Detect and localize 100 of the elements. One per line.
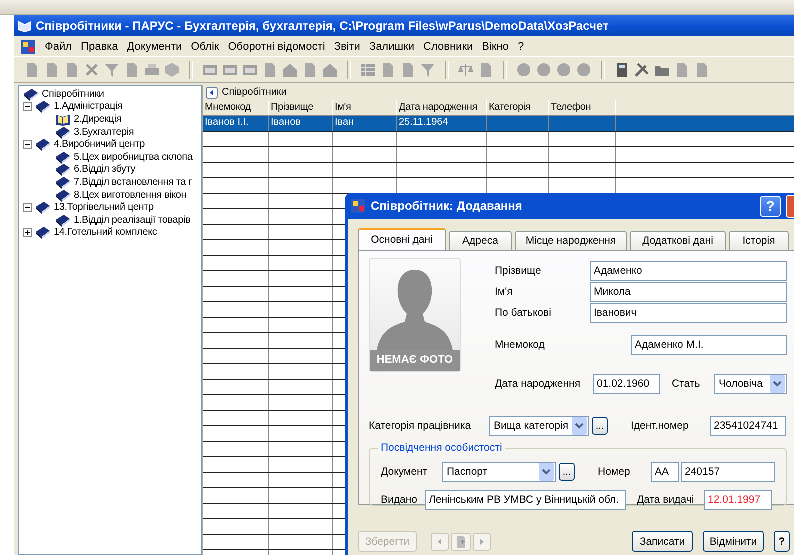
tree-item[interactable]: 14.Готельний комплекс (54, 227, 158, 238)
field-label: По батькові (495, 307, 552, 319)
app-icon (350, 198, 366, 214)
menu-item[interactable]: Документи (127, 40, 182, 52)
browse-button[interactable]: ... (592, 417, 608, 435)
help-button[interactable]: ? (760, 196, 781, 216)
tab[interactable]: Основні дані (358, 228, 446, 250)
table-cell: Іванов І.І. (203, 116, 269, 130)
series-field[interactable]: АА (651, 462, 679, 482)
tab[interactable]: Історія (729, 231, 789, 250)
page-icon[interactable] (302, 62, 318, 78)
dropdown[interactable]: Паспорт (442, 462, 556, 482)
input-field[interactable]: Адаменко М.І. (631, 335, 787, 355)
table-cell: Іванов (269, 116, 333, 130)
group-title: Посвідчення особистості (378, 442, 506, 454)
field-label: Стать (672, 378, 702, 390)
column-header[interactable]: Дата народження (397, 100, 487, 115)
column-header[interactable]: Ім'я (333, 100, 397, 115)
number-field[interactable]: 240157 (681, 462, 775, 482)
input-field[interactable]: 23541024741 (710, 416, 786, 436)
tree-item[interactable]: 6.Відділ збуту (74, 164, 136, 176)
app-icon (18, 18, 32, 32)
menu-item[interactable]: Словники (424, 40, 474, 52)
photo-caption: НЕМАЄ ФОТО (370, 350, 460, 371)
menu-item[interactable]: Правка (81, 40, 118, 52)
funnel-icon[interactable] (104, 62, 120, 78)
date-field[interactable]: 01.02.1960 (593, 374, 660, 394)
menu-item[interactable]: Вікно (482, 40, 509, 52)
tree-item[interactable]: 3.Бухгалтерія (74, 126, 134, 138)
menu-item[interactable]: Облік (191, 40, 220, 52)
grid-title: Співробітники (222, 87, 287, 98)
expander-icon[interactable] (23, 228, 32, 238)
expander-icon[interactable] (23, 102, 32, 112)
field-label: Документ (381, 466, 429, 478)
tree-item[interactable]: 8.Цех виготовлення вікон (74, 190, 187, 201)
new-record-button[interactable] (451, 532, 471, 550)
menu-item[interactable]: Оборотні відомості (228, 40, 326, 52)
column-header[interactable]: Прізвище (269, 100, 333, 115)
cross-icon[interactable] (84, 62, 100, 78)
menu-item[interactable]: Файл (45, 40, 72, 52)
tree-item[interactable]: 4.Виробничий центр (54, 139, 145, 150)
tree-item[interactable]: 2.Дирекція (74, 114, 122, 125)
table-icon[interactable] (360, 62, 376, 78)
page-icon[interactable] (674, 62, 690, 78)
column-header[interactable]: Телефон (549, 100, 616, 115)
field-label: Ідент.номер (631, 420, 690, 432)
page-icon[interactable] (24, 62, 40, 78)
field-label: Ім'я (495, 286, 514, 298)
page-icon[interactable] (44, 62, 60, 78)
tree-item[interactable]: Співробітники (42, 88, 104, 100)
previous-button[interactable] (431, 532, 449, 550)
scales-icon[interactable] (458, 62, 474, 78)
page-icon[interactable] (262, 62, 278, 78)
dialog-button[interactable]: Записати (632, 531, 693, 552)
dropdown[interactable]: Чоловіча (714, 374, 787, 394)
next-button[interactable] (473, 532, 491, 550)
column-header[interactable]: Категорія (487, 100, 549, 115)
tree-item[interactable]: 1.Відділ реалізації товарів (74, 214, 191, 226)
page-icon[interactable] (124, 62, 140, 78)
date-field[interactable]: 12.01.1997 (704, 490, 772, 510)
cube-icon[interactable] (164, 62, 180, 78)
house-icon[interactable] (322, 62, 338, 78)
tree-item[interactable]: 1.Адміністрація (54, 101, 123, 112)
page-icon[interactable] (400, 62, 416, 78)
tab[interactable]: Місце народження (515, 231, 627, 250)
page-icon[interactable] (694, 62, 710, 78)
input-field[interactable]: Іванович (590, 303, 787, 323)
field-label: Дата народження (495, 378, 582, 390)
field-label: Дата видачі (637, 494, 696, 506)
tab[interactable]: Додаткові дані (630, 231, 726, 250)
dialog-button[interactable]: Відмінити (703, 531, 764, 552)
tree-item[interactable]: 5.Цех виробництва склопа (74, 152, 193, 163)
page-icon[interactable] (478, 62, 494, 78)
funnel-icon[interactable] (420, 62, 436, 78)
calculator-icon[interactable] (614, 62, 630, 78)
menu-item[interactable]: Звіти (334, 40, 360, 52)
tree-item[interactable]: 7.Відділ встановлення та г (74, 176, 192, 188)
table-cell: 25.11.1964 (397, 116, 487, 130)
menu-item[interactable]: ? (518, 40, 524, 52)
dialog-button[interactable]: ? (774, 531, 790, 552)
tab[interactable]: Адреса (449, 231, 512, 250)
page-icon[interactable] (380, 62, 396, 78)
table-cell: Іван (333, 116, 397, 130)
menu-item[interactable]: Залишки (369, 40, 415, 52)
tree-item[interactable]: 13.Торгівельний центр (54, 202, 154, 214)
expander-icon[interactable] (23, 203, 32, 212)
field-label: Видано (381, 494, 418, 506)
input-field[interactable]: Адаменко (590, 261, 787, 281)
table-row[interactable]: Іванов І.І. Іванов Іван 25.11.1964 (203, 116, 794, 132)
dropdown[interactable]: Вища категорія (489, 416, 589, 436)
dialog-title: Співробітник: Додавання (371, 199, 522, 213)
expander-icon[interactable] (23, 140, 32, 150)
printer-icon[interactable] (144, 62, 160, 78)
field-label: Мнемокод (495, 339, 546, 351)
input-field[interactable]: Ленінським РВ УМВС у Вінницькій обл. (425, 490, 626, 510)
house-icon[interactable] (282, 62, 298, 78)
page-icon[interactable] (64, 62, 80, 78)
column-header[interactable]: Мнемокод (203, 100, 269, 115)
input-field[interactable]: Микола (590, 282, 787, 302)
browse-button[interactable]: ... (559, 463, 575, 481)
